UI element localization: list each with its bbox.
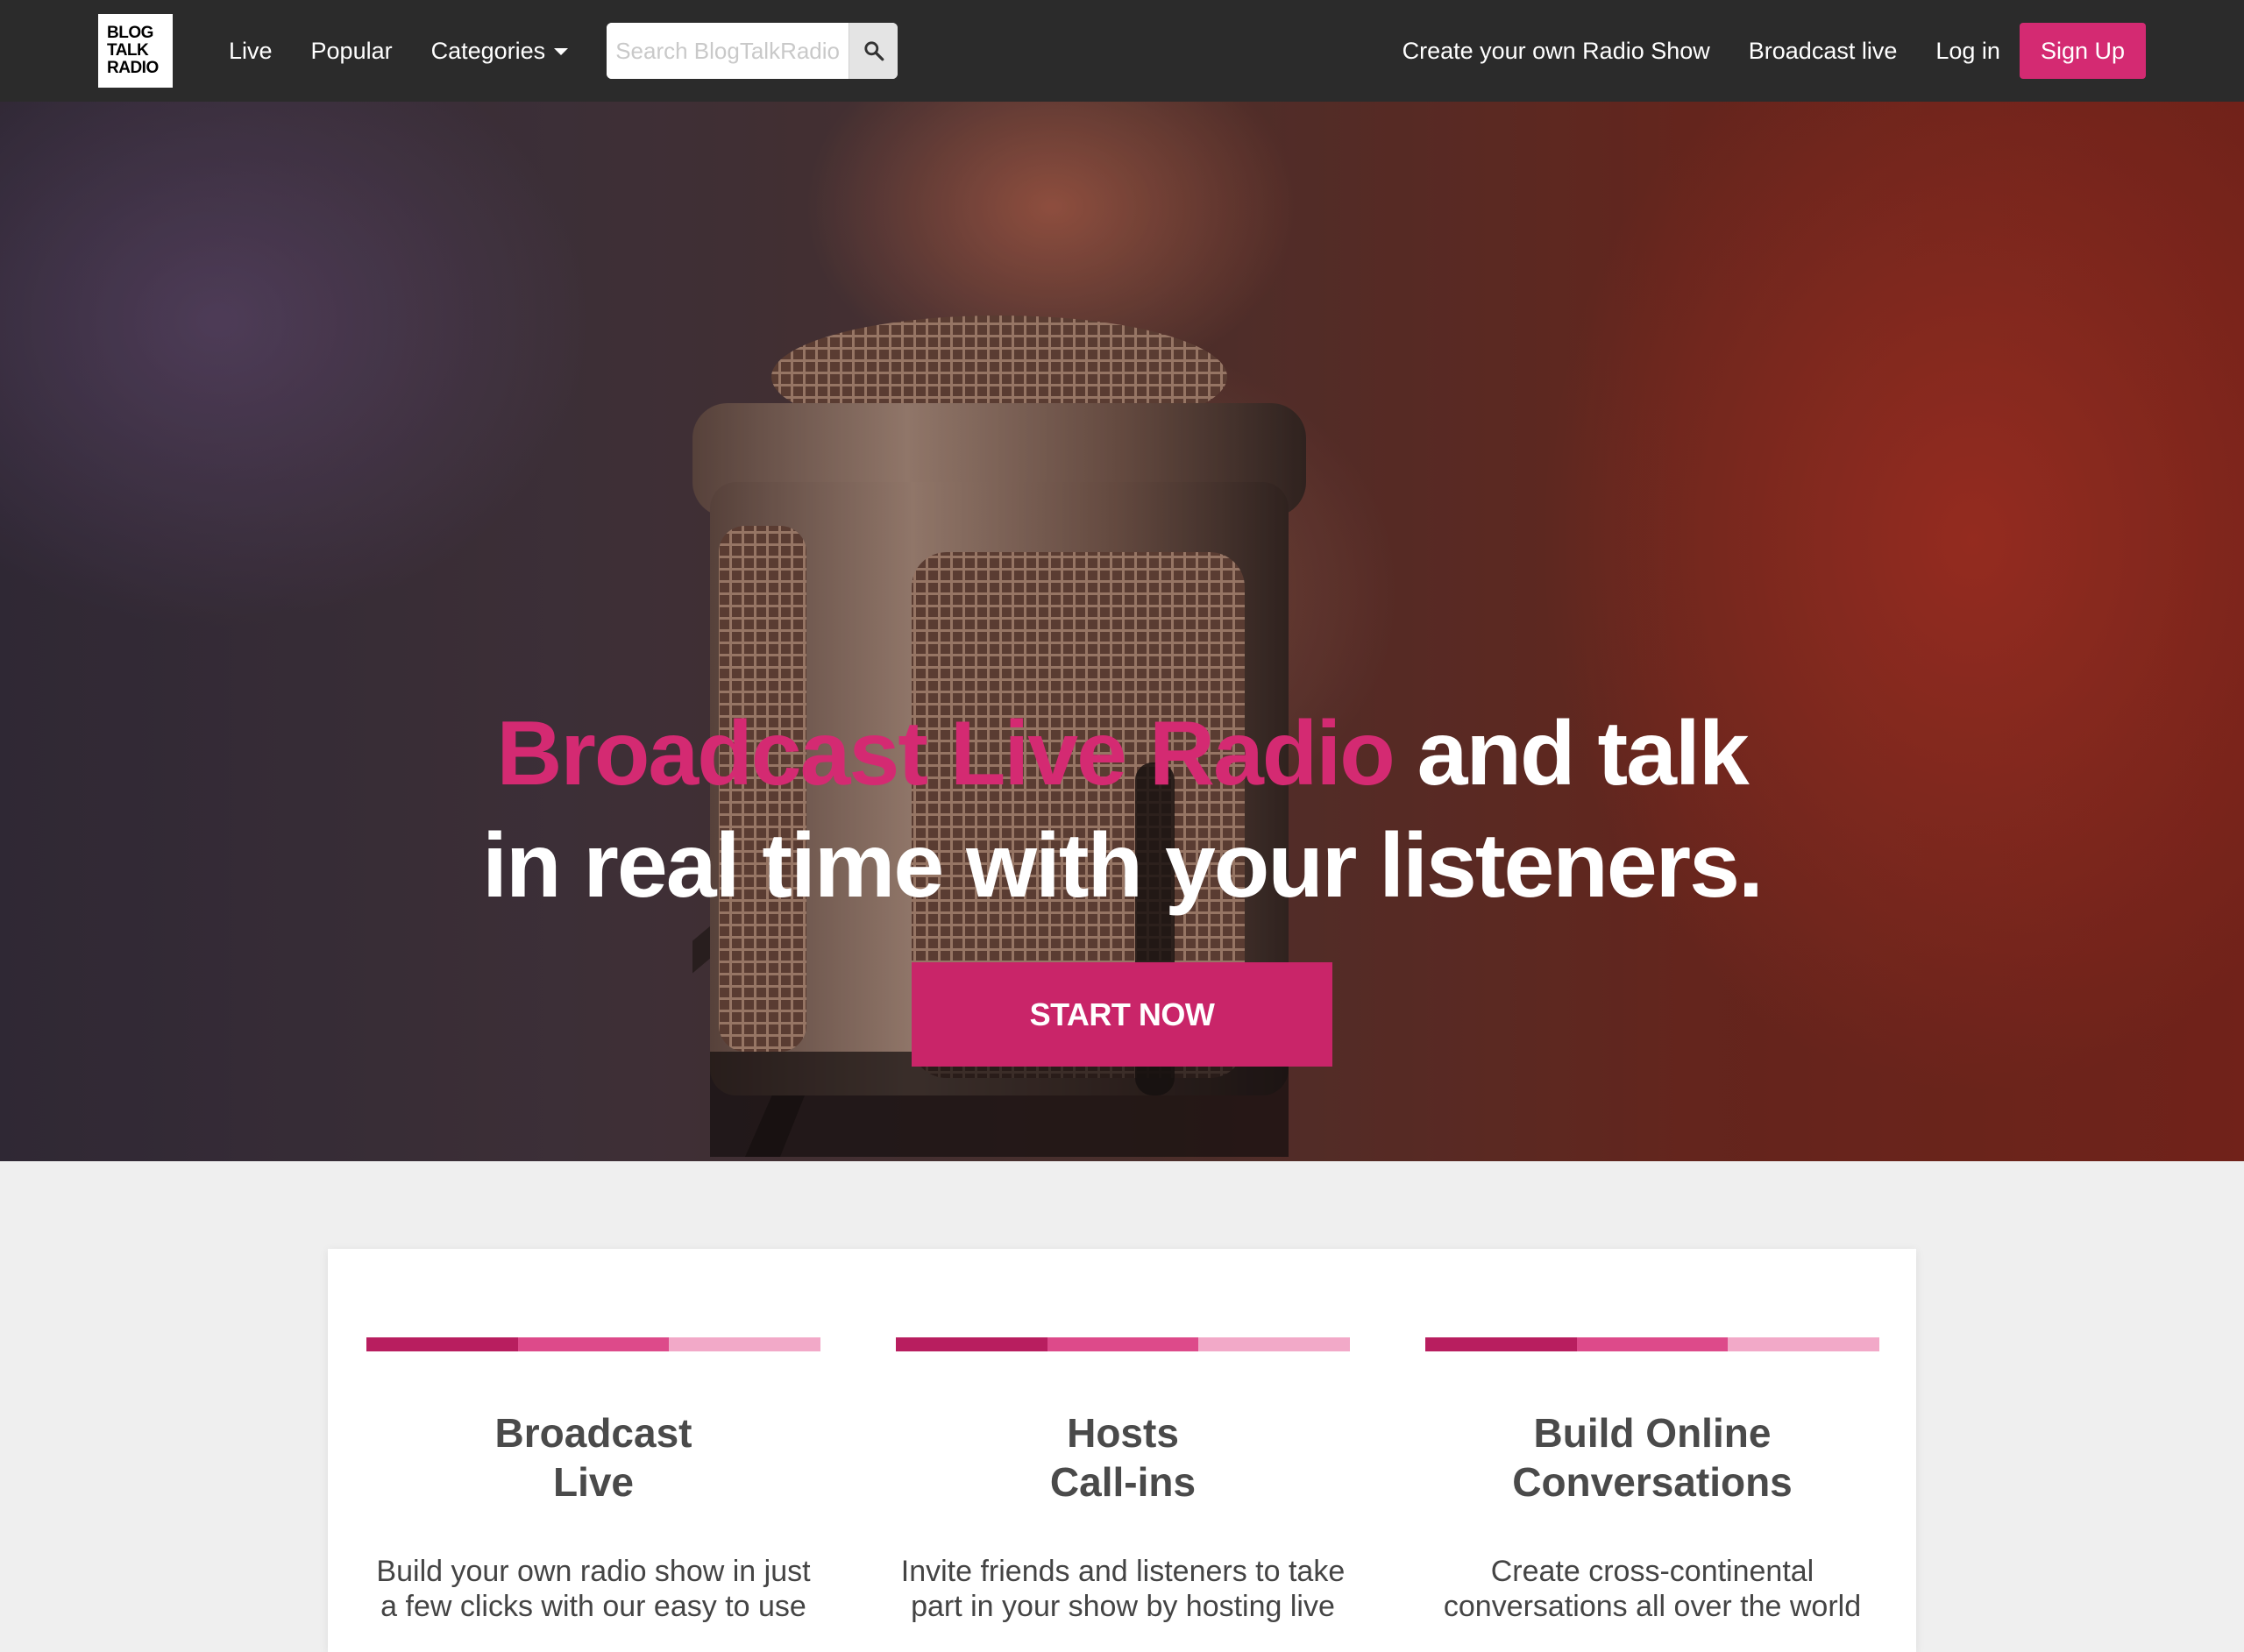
feature-title: Hosts Call-ins: [896, 1408, 1350, 1507]
hero-content: Broadcast Live Radio and talk in real ti…: [0, 102, 2244, 1161]
nav-link-popular[interactable]: Popular: [311, 38, 393, 65]
hero-headline-line2: in real time with your listeners.: [482, 815, 1764, 917]
secondary-nav: Create your own Radio Show Broadcast liv…: [1402, 23, 2146, 79]
feature-title-line1: Build Online: [1533, 1410, 1772, 1456]
sign-up-button[interactable]: Sign Up: [2019, 23, 2146, 79]
feature-color-bar: [1425, 1337, 1880, 1351]
search-button[interactable]: [849, 23, 898, 79]
nav-link-categories[interactable]: Categories: [431, 38, 569, 65]
hero-headline-rest: and talk: [1417, 703, 1750, 805]
nav-link-live[interactable]: Live: [229, 38, 273, 65]
feature-title: Build Online Conversations: [1425, 1408, 1879, 1507]
feature-title-line1: Hosts: [1067, 1410, 1179, 1456]
feature-desc-line2: conversations all over the world: [1443, 1590, 1862, 1623]
feature-title-line2: Live: [552, 1459, 635, 1505]
nav-link-create-radio-show[interactable]: Create your own Radio Show: [1402, 38, 1710, 65]
feature-description: Build your own radio show in just a few …: [366, 1554, 820, 1624]
logo-line-1: BLOG: [107, 24, 153, 42]
feature-color-bar: [366, 1337, 821, 1351]
feature-title-line2: Conversations: [1512, 1459, 1793, 1505]
search-bar: [607, 23, 898, 79]
hero-headline-highlight: Broadcast Live Radio: [496, 703, 1395, 805]
logo-line-2: TALK: [107, 41, 149, 60]
feature-color-bar: [896, 1337, 1351, 1351]
feature-description: Invite friends and listeners to take par…: [896, 1554, 1350, 1624]
chevron-down-icon: [554, 48, 569, 56]
feature-desc-line1: Invite friends and listeners to take: [900, 1555, 1346, 1588]
feature-desc-line1: Build your own radio show in just: [376, 1555, 811, 1588]
feature-desc-line1: Create cross-continental: [1490, 1555, 1814, 1588]
search-input[interactable]: [607, 23, 849, 79]
feature-desc-line2: a few clicks with our easy to use: [380, 1590, 806, 1623]
feature-title-line1: Broadcast: [494, 1410, 692, 1456]
nav-link-broadcast-live[interactable]: Broadcast live: [1749, 38, 1898, 65]
start-now-button[interactable]: START NOW: [912, 962, 1332, 1067]
search-icon: [864, 41, 884, 61]
hero-section: Broadcast Live Radio and talk in real ti…: [0, 102, 2244, 1161]
feature-title-line2: Call-ins: [1049, 1459, 1197, 1505]
feature-description: Create cross-continental conversations a…: [1425, 1554, 1879, 1624]
primary-nav: Live Popular Categories: [229, 38, 569, 65]
hero-headline: Broadcast Live Radio and talk in real ti…: [482, 698, 1764, 922]
logo-line-3: RADIO: [107, 59, 159, 77]
top-navbar: BLOG TALK RADIO Live Popular Categories …: [0, 0, 2244, 102]
categories-label: Categories: [430, 37, 546, 64]
features-card: Broadcast Live Build your own radio show…: [328, 1249, 1916, 1652]
blogtalkradio-logo[interactable]: BLOG TALK RADIO: [98, 14, 173, 88]
feature-desc-line2: part in your show by hosting live: [911, 1590, 1335, 1623]
feature-title: Broadcast Live: [366, 1408, 820, 1507]
nav-link-log-in[interactable]: Log in: [1935, 38, 2000, 65]
